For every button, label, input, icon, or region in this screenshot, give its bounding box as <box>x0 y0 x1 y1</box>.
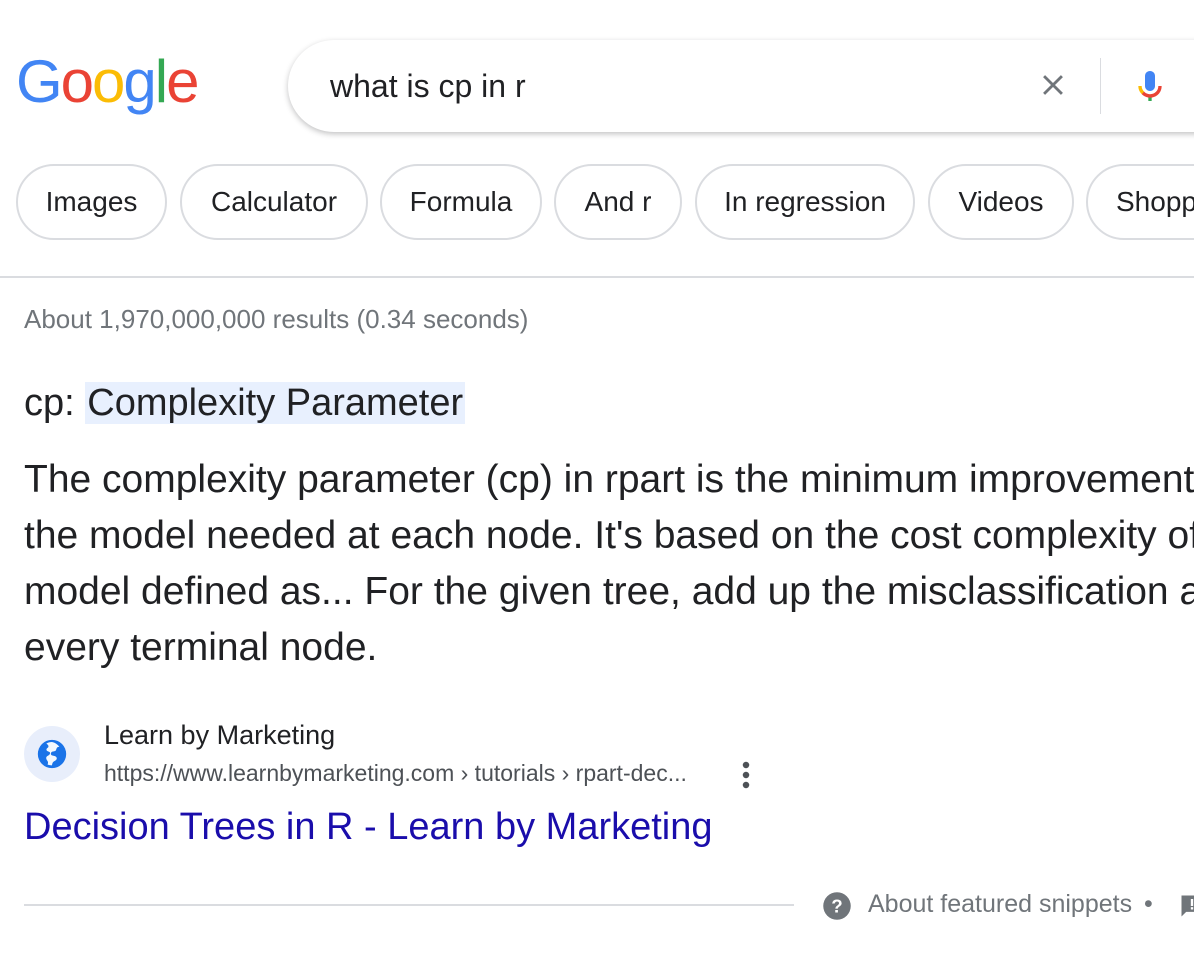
footer-divider <box>24 904 794 906</box>
snippet-body: The complexity parameter (cp) in rpart i… <box>24 452 1194 676</box>
header-divider <box>0 276 1194 278</box>
snippet-line: the model needed at each node. It's base… <box>24 514 1194 557</box>
chip-shopping[interactable]: Shopping <box>1086 164 1194 240</box>
logo-letter: e <box>166 48 199 115</box>
search-divider <box>1100 58 1101 114</box>
snippet-line: every terminal node. <box>24 626 378 669</box>
more-options-icon[interactable] <box>736 760 756 790</box>
about-featured-snippets-link[interactable]: About featured snippets <box>868 890 1132 919</box>
chip-and-r[interactable]: And r <box>554 164 682 240</box>
result-title-link[interactable]: Decision Trees in R - Learn by Marketing <box>24 806 713 849</box>
microphone-icon[interactable] <box>1130 64 1170 108</box>
snippet-heading-prefix: cp: <box>24 382 86 424</box>
chip-in-regression[interactable]: In regression <box>695 164 915 240</box>
google-logo[interactable]: Google <box>16 48 200 115</box>
logo-letter: g <box>123 48 156 115</box>
help-icon[interactable]: ? <box>822 891 852 921</box>
feedback-icon[interactable] <box>1178 892 1194 920</box>
result-stats: About 1,970,000,000 results (0.34 second… <box>24 304 529 334</box>
clear-icon[interactable] <box>1036 68 1070 102</box>
source-name[interactable]: Learn by Marketing <box>104 720 335 751</box>
globe-icon[interactable] <box>24 726 80 782</box>
logo-letter: G <box>16 48 63 115</box>
logo-letter: l <box>154 48 168 115</box>
snippet-line: The complexity parameter (cp) in rpart i… <box>24 458 1194 501</box>
source-url[interactable]: https://www.learnbymarketing.com › tutor… <box>104 760 687 787</box>
chip-calculator[interactable]: Calculator <box>180 164 368 240</box>
chip-images[interactable]: Images <box>16 164 167 240</box>
footer-separator: • <box>1144 890 1153 918</box>
snippet-heading-highlight: Complexity Parameter <box>85 382 466 424</box>
svg-text:?: ? <box>831 895 842 916</box>
logo-letter: o <box>92 48 125 115</box>
chip-videos[interactable]: Videos <box>928 164 1074 240</box>
snippet-heading: cp: Complexity Parameter <box>24 378 466 428</box>
search-input[interactable]: what is cp in r <box>330 68 526 105</box>
search-results-page: Google what is cp in r Images Calculator… <box>0 0 1194 960</box>
search-box[interactable]: what is cp in r <box>288 40 1194 132</box>
snippet-line: model defined as... For the given tree, … <box>24 570 1194 613</box>
chip-formula[interactable]: Formula <box>380 164 542 240</box>
logo-letter: o <box>60 48 94 115</box>
